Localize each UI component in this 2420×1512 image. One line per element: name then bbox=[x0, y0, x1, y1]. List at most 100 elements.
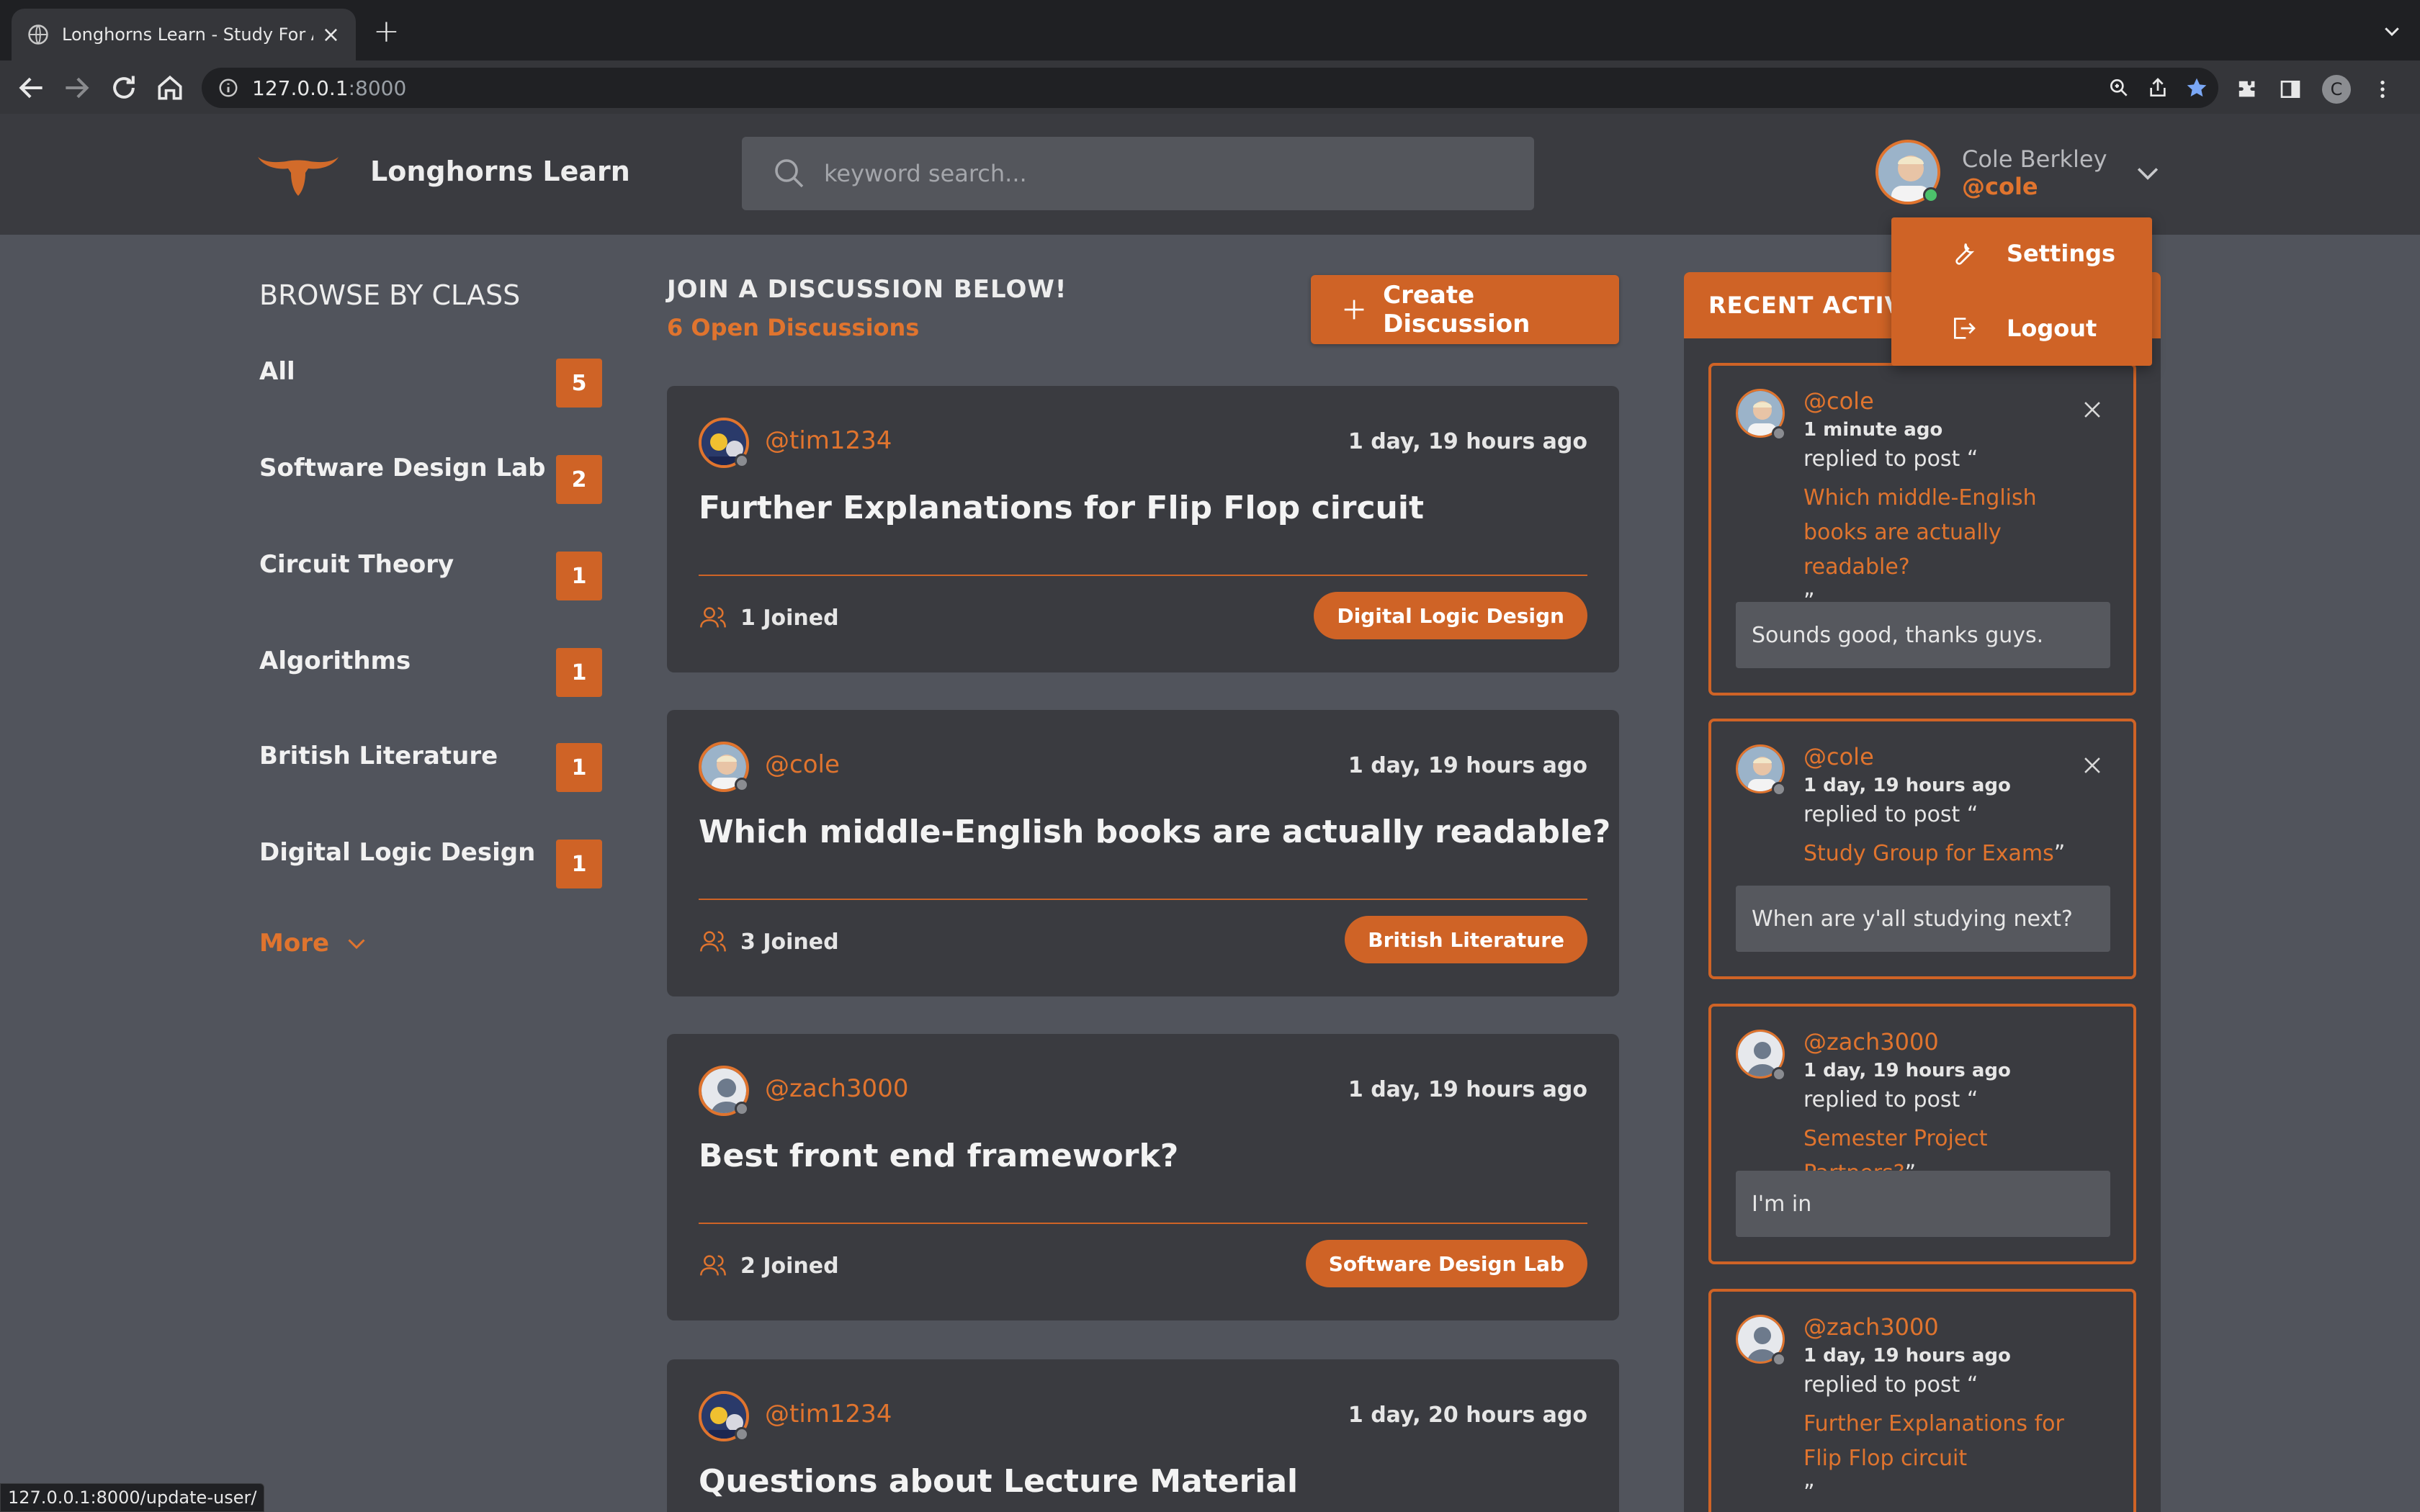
user-name: Cole Berkley bbox=[1962, 145, 2107, 173]
search-icon bbox=[775, 159, 804, 188]
activity-item: @zach3000 1 day, 19 hours ago replied to… bbox=[1708, 1289, 2136, 1512]
create-discussion-button[interactable]: Create Discussion bbox=[1311, 275, 1619, 344]
activity-message: I'm in bbox=[1736, 1171, 2110, 1237]
browser-profile-avatar[interactable]: C bbox=[2322, 75, 2351, 104]
users-icon bbox=[700, 607, 726, 628]
post-author[interactable]: @zach3000 bbox=[765, 1074, 908, 1103]
back-icon[interactable] bbox=[16, 72, 48, 104]
class-item-all[interactable]: All 5 bbox=[259, 350, 602, 408]
user-dropdown-menu: Settings Logout bbox=[1891, 217, 2152, 366]
share-icon[interactable] bbox=[2146, 76, 2169, 99]
search-input[interactable] bbox=[824, 160, 1472, 187]
activity-action: replied to post “ bbox=[1803, 1372, 1978, 1398]
activity-author[interactable]: @zach3000 bbox=[1803, 1313, 1939, 1341]
activity-time: 1 day, 19 hours ago bbox=[1803, 1060, 2011, 1081]
home-icon[interactable] bbox=[154, 72, 186, 104]
class-count-badge: 2 bbox=[556, 455, 602, 504]
class-count-badge: 1 bbox=[556, 552, 602, 600]
activity-time: 1 minute ago bbox=[1803, 419, 1943, 441]
close-icon[interactable] bbox=[2080, 753, 2105, 778]
class-item-british-literature[interactable]: British Literature 1 bbox=[259, 734, 602, 792]
tab-search-chevron-icon[interactable] bbox=[2381, 20, 2403, 42]
status-dot bbox=[735, 1427, 749, 1441]
activity-item: @zach3000 1 day, 19 hours ago replied to… bbox=[1708, 1004, 2136, 1264]
divider bbox=[699, 575, 1587, 576]
logout-icon bbox=[1954, 318, 1976, 339]
activity-item: @cole 1 day, 19 hours ago replied to pos… bbox=[1708, 719, 2136, 979]
brand-name[interactable]: Longhorns Learn bbox=[370, 156, 630, 187]
class-tag[interactable]: Digital Logic Design bbox=[1314, 592, 1587, 639]
discussion-card[interactable]: @zach3000 1 day, 19 hours ago Best front… bbox=[667, 1034, 1619, 1320]
activity-action: replied to post “ bbox=[1803, 802, 1978, 827]
app-header: Longhorns Learn Cole Berkley @cole bbox=[0, 114, 2420, 235]
status-dot bbox=[1772, 1067, 1786, 1081]
class-item-circuit-theory[interactable]: Circuit Theory 1 bbox=[259, 543, 602, 600]
class-item-digital-logic-design[interactable]: Digital Logic Design 1 bbox=[259, 831, 602, 888]
chevron-down-icon[interactable] bbox=[2132, 157, 2164, 189]
side-panel-icon[interactable] bbox=[2279, 78, 2302, 101]
extensions-icon[interactable] bbox=[2236, 78, 2259, 101]
browser-tab[interactable]: Longhorns Learn - Study For A × bbox=[12, 9, 356, 60]
post-author[interactable]: @cole bbox=[765, 750, 840, 779]
post-title[interactable]: Which middle-English books are actually … bbox=[699, 814, 1610, 850]
post-time: 1 day, 19 hours ago bbox=[1348, 429, 1587, 454]
longhorn-logo-icon[interactable] bbox=[256, 151, 340, 197]
close-icon[interactable] bbox=[2080, 397, 2105, 422]
status-dot bbox=[1772, 782, 1786, 796]
activity-action: replied to post “ bbox=[1803, 446, 1978, 472]
status-dot bbox=[735, 1102, 749, 1116]
activity-author[interactable]: @cole bbox=[1803, 743, 1874, 770]
joined-count: 2 Joined bbox=[699, 1251, 839, 1280]
new-tab-icon[interactable]: + bbox=[373, 13, 400, 50]
class-item-software-design-lab[interactable]: Software Design Lab 2 bbox=[259, 446, 602, 504]
browse-by-class-title: BROWSE BY CLASS bbox=[259, 279, 521, 311]
wrench-icon bbox=[1955, 243, 1975, 265]
post-title[interactable]: Best front end framework? bbox=[699, 1138, 1178, 1174]
activity-author[interactable]: @cole bbox=[1803, 387, 1874, 415]
tab-close-icon[interactable]: × bbox=[322, 22, 340, 48]
activity-author[interactable]: @zach3000 bbox=[1803, 1028, 1939, 1056]
joined-count: 3 Joined bbox=[699, 927, 839, 956]
discussion-card[interactable]: @tim1234 1 day, 19 hours ago Further Exp… bbox=[667, 386, 1619, 672]
post-author[interactable]: @tim1234 bbox=[765, 1400, 892, 1428]
joined-count: 1 Joined bbox=[699, 603, 839, 632]
address-bar[interactable]: 127.0.0.1:8000 bbox=[202, 68, 2218, 108]
zoom-icon[interactable] bbox=[2107, 76, 2130, 99]
keyword-search[interactable] bbox=[742, 137, 1534, 210]
online-status-dot bbox=[1923, 187, 1939, 203]
divider bbox=[699, 1223, 1587, 1224]
site-info-icon[interactable] bbox=[218, 77, 239, 99]
class-tag[interactable]: Software Design Lab bbox=[1305, 1240, 1587, 1287]
open-discussions-count: 6 Open Discussions bbox=[667, 314, 920, 341]
settings-menu-item[interactable]: Settings bbox=[1891, 217, 2152, 289]
reload-icon[interactable] bbox=[108, 72, 140, 104]
activity-message: When are y'all studying next? bbox=[1736, 886, 2110, 952]
bookmark-star-icon[interactable] bbox=[2185, 76, 2208, 99]
user-menu[interactable]: Cole Berkley @cole bbox=[1876, 140, 2164, 209]
tab-title: Longhorns Learn - Study For A bbox=[62, 24, 313, 45]
activity-post-link[interactable]: Further Explanations for Flip Flop circu… bbox=[1803, 1407, 2106, 1511]
post-author[interactable]: @tim1234 bbox=[765, 426, 892, 455]
class-item-algorithms[interactable]: Algorithms 1 bbox=[259, 639, 602, 697]
more-classes-button[interactable]: More bbox=[259, 929, 369, 958]
class-count-badge: 1 bbox=[556, 648, 602, 697]
activity-post-link[interactable]: Which middle-English books are actually … bbox=[1803, 481, 2106, 619]
users-icon bbox=[700, 931, 726, 952]
forward-icon[interactable] bbox=[60, 72, 92, 104]
discussion-card[interactable]: @tim1234 1 day, 20 hours ago Questions a… bbox=[667, 1359, 1619, 1512]
activity-post-link[interactable]: Study Group for Exams” bbox=[1803, 837, 2106, 871]
globe-icon bbox=[28, 24, 48, 45]
browser-status-url: 127.0.0.1:8000/update-user/ bbox=[0, 1483, 265, 1512]
users-icon bbox=[700, 1255, 726, 1276]
post-title[interactable]: Further Explanations for Flip Flop circu… bbox=[699, 490, 1424, 526]
activity-item: @cole 1 minute ago replied to post “ Whi… bbox=[1708, 363, 2136, 696]
plus-icon bbox=[1344, 300, 1364, 320]
class-tag[interactable]: British Literature bbox=[1345, 916, 1587, 963]
logout-menu-item[interactable]: Logout bbox=[1891, 292, 2152, 364]
activity-time: 1 day, 19 hours ago bbox=[1803, 1345, 2011, 1367]
status-dot bbox=[1772, 426, 1786, 441]
post-title[interactable]: Questions about Lecture Material bbox=[699, 1463, 1298, 1500]
discussion-card[interactable]: @cole 1 day, 19 hours ago Which middle-E… bbox=[667, 710, 1619, 996]
browser-menu-icon[interactable] bbox=[2371, 78, 2394, 101]
class-count-badge: 1 bbox=[556, 840, 602, 888]
